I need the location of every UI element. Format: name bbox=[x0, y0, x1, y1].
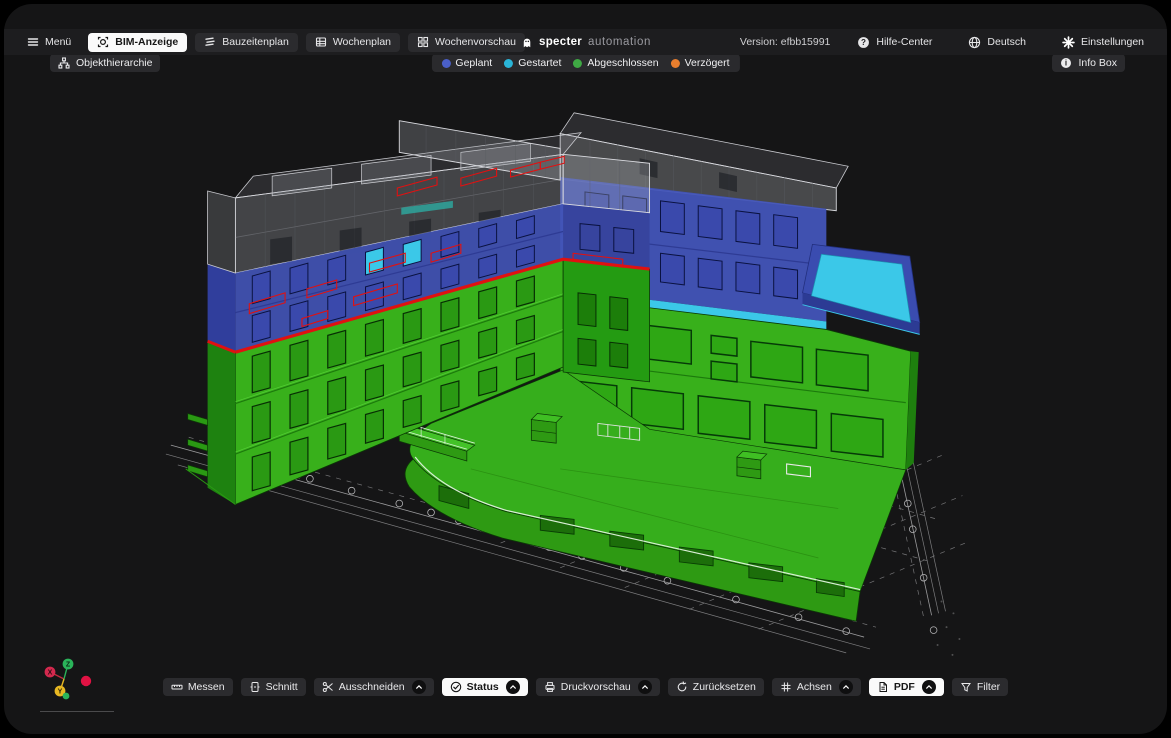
info-box-label: Info Box bbox=[1078, 57, 1117, 69]
print-options-button[interactable] bbox=[638, 680, 652, 694]
gear-icon bbox=[1062, 36, 1075, 49]
chevron-up-icon bbox=[841, 682, 851, 692]
tab-label: Wochenplan bbox=[333, 36, 391, 48]
section-button[interactable]: Schnitt bbox=[241, 678, 306, 696]
pdf-button[interactable]: PDF bbox=[869, 678, 944, 696]
info-box-button[interactable]: i Info Box bbox=[1052, 54, 1125, 72]
bim-target-icon bbox=[97, 36, 109, 48]
cut-label: Ausschneiden bbox=[339, 681, 405, 693]
gantt-layers-icon bbox=[204, 36, 216, 48]
chevron-up-icon bbox=[924, 682, 934, 692]
table-icon bbox=[315, 36, 327, 48]
bottom-toolbar: Messen Schnitt Ausschneiden Status bbox=[4, 678, 1167, 696]
svg-text:?: ? bbox=[861, 38, 866, 47]
help-label: Hilfe-Center bbox=[876, 36, 932, 48]
help-icon: ? bbox=[857, 36, 870, 49]
status-button[interactable]: Status bbox=[442, 678, 528, 696]
language-label: Deutsch bbox=[987, 36, 1026, 48]
status-label: Status bbox=[467, 681, 499, 693]
status-legend: Geplant Gestartet Abgeschlossen Verzöger… bbox=[431, 54, 739, 72]
specter-ghost-icon bbox=[520, 36, 533, 49]
settings-label: Einstellungen bbox=[1081, 36, 1144, 48]
pdf-options-button[interactable] bbox=[922, 680, 936, 694]
help-center-button[interactable]: ? Hilfe-Center bbox=[848, 33, 941, 52]
bim-model bbox=[4, 4, 1167, 734]
cut-button[interactable]: Ausschneiden bbox=[314, 678, 434, 696]
app-window: Menü BIM-Anzeige Bauzeitenplan bbox=[4, 4, 1167, 734]
print-preview-button[interactable]: Druckvorschau bbox=[536, 678, 660, 696]
top-toolbar: Menü BIM-Anzeige Bauzeitenplan bbox=[4, 29, 1167, 55]
reset-button[interactable]: Zurücksetzen bbox=[668, 678, 764, 696]
chevron-up-icon bbox=[640, 682, 650, 692]
legend-dot-gestartet bbox=[504, 59, 513, 68]
tab-bim-anzeige[interactable]: BIM-Anzeige bbox=[88, 33, 187, 52]
tab-wochenvorschau[interactable]: Wochenvorschau bbox=[408, 33, 525, 52]
version-label: Version: efbb15991 bbox=[740, 36, 831, 48]
measure-button[interactable]: Messen bbox=[163, 678, 233, 696]
reset-label: Zurücksetzen bbox=[693, 681, 756, 693]
filter-label: Filter bbox=[977, 681, 1000, 693]
axes-label: Achsen bbox=[797, 681, 832, 693]
svg-text:i: i bbox=[1065, 59, 1067, 68]
filter-icon bbox=[960, 681, 972, 693]
survey-dots bbox=[937, 600, 961, 655]
scissors-icon bbox=[322, 681, 334, 693]
ruler-icon bbox=[171, 681, 183, 693]
axes-grid-icon bbox=[780, 681, 792, 693]
menu-button[interactable]: Menü bbox=[18, 33, 80, 52]
object-hierarchy-label: Objekthierarchie bbox=[76, 57, 152, 69]
object-hierarchy-button[interactable]: Objekthierarchie bbox=[50, 54, 160, 72]
gizmo-x-label: X bbox=[48, 670, 53, 677]
hierarchy-icon bbox=[58, 57, 70, 69]
axes-button[interactable]: Achsen bbox=[772, 678, 861, 696]
chevron-up-icon bbox=[508, 682, 518, 692]
brand-suffix: automation bbox=[588, 36, 651, 48]
info-icon: i bbox=[1060, 57, 1072, 69]
section-label: Schnitt bbox=[266, 681, 298, 693]
gizmo-z-label: Z bbox=[66, 662, 71, 669]
settings-button[interactable]: Einstellungen bbox=[1053, 33, 1153, 52]
status-check-icon bbox=[450, 681, 462, 693]
scale-bar bbox=[40, 711, 114, 712]
filter-button[interactable]: Filter bbox=[952, 678, 1008, 696]
3d-viewport[interactable]: X Y Z bbox=[4, 4, 1167, 734]
pdf-label: PDF bbox=[894, 681, 915, 693]
legend-item-verzoegert: Verzögert bbox=[671, 57, 730, 69]
tab-label: Bauzeitenplan bbox=[222, 36, 289, 48]
chevron-up-icon bbox=[414, 682, 424, 692]
legend-item-gestartet: Gestartet bbox=[504, 57, 561, 69]
reset-icon bbox=[676, 681, 688, 693]
axes-options-button[interactable] bbox=[839, 680, 853, 694]
printer-icon bbox=[544, 681, 556, 693]
legend-dot-abgeschlossen bbox=[573, 59, 582, 68]
globe-icon bbox=[968, 36, 981, 49]
section-icon bbox=[249, 681, 261, 693]
tab-label: BIM-Anzeige bbox=[115, 36, 178, 48]
measure-label: Messen bbox=[188, 681, 225, 693]
status-options-button[interactable] bbox=[506, 680, 520, 694]
grid-icon bbox=[417, 36, 429, 48]
print-preview-label: Druckvorschau bbox=[561, 681, 631, 693]
tab-bauzeitenplan[interactable]: Bauzeitenplan bbox=[195, 33, 298, 52]
legend-dot-geplant bbox=[441, 59, 450, 68]
legend-dot-verzoegert bbox=[671, 59, 680, 68]
language-button[interactable]: Deutsch bbox=[959, 33, 1035, 52]
brand-logo: specter automation bbox=[520, 36, 651, 49]
pdf-document-icon bbox=[877, 681, 889, 693]
brand-name: specter bbox=[539, 36, 582, 48]
tab-wochenplan[interactable]: Wochenplan bbox=[306, 33, 400, 52]
legend-item-geplant: Geplant bbox=[441, 57, 492, 69]
menu-label: Menü bbox=[45, 36, 71, 48]
hamburger-icon bbox=[27, 36, 39, 48]
tab-label: Wochenvorschau bbox=[435, 36, 516, 48]
cut-options-button[interactable] bbox=[412, 680, 426, 694]
legend-item-abgeschlossen: Abgeschlossen bbox=[573, 57, 658, 69]
